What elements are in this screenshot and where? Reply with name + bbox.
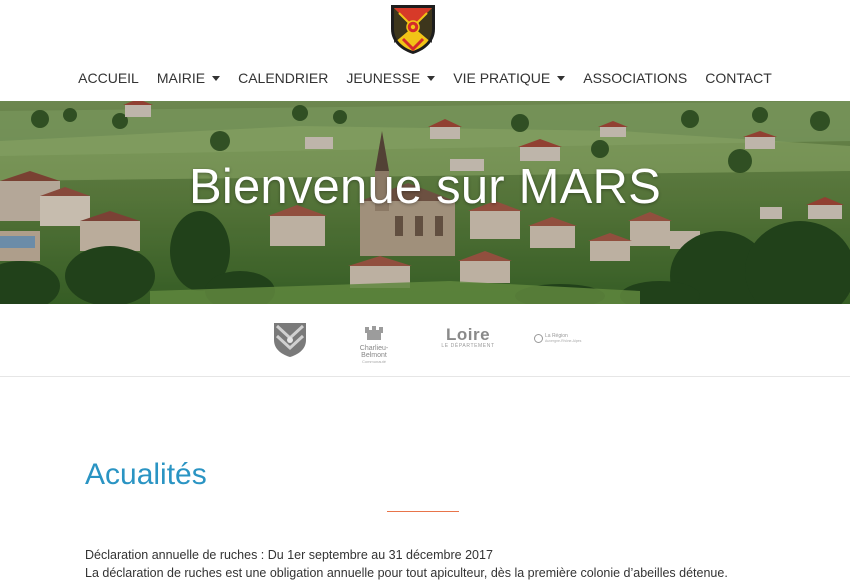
nav-item-label: ACCUEIL: [78, 70, 139, 86]
partner-crest[interactable]: [273, 322, 307, 363]
main-nav: ACCUEIL MAIRIE CALENDRIER JEUNESSE VIE P…: [0, 62, 850, 94]
partner-region[interactable]: La Région Auvergne-Rhône-Alpes: [534, 334, 586, 343]
hero-banner: Bienvenue sur MARS: [0, 101, 850, 304]
crest-icon: [274, 323, 306, 357]
coat-of-arms-icon: [391, 5, 435, 54]
news-item-body: La déclaration de ruches est une obligat…: [85, 566, 728, 580]
nav-item-label: CONTACT: [705, 70, 772, 86]
partners-bar: Charlieu-Belmont Communauté Loire LE DÉP…: [0, 304, 850, 377]
caret-down-icon: [557, 76, 566, 81]
partner-chateau[interactable]: Charlieu-Belmont Communauté: [347, 326, 401, 364]
nav-item-contact[interactable]: CONTACT: [696, 70, 781, 86]
nav-item-accueil[interactable]: ACCUEIL: [69, 70, 148, 86]
hero-title: Bienvenue sur MARS: [188, 160, 662, 214]
castle-icon: [365, 326, 383, 340]
region-icon: [534, 334, 543, 343]
region-sub: Auvergne-Rhône-Alpes: [545, 339, 582, 343]
news-item-title[interactable]: Déclaration annuelle de ruches : Du 1er …: [85, 548, 493, 562]
loire-name: Loire: [445, 325, 491, 344]
nav-item-vie-pratique[interactable]: VIE PRATIQUE: [444, 70, 574, 86]
section-divider: [387, 511, 459, 512]
nav-item-jeunesse[interactable]: JEUNESSE: [337, 70, 444, 86]
site-logo[interactable]: [389, 3, 437, 55]
nav-item-mairie[interactable]: MAIRIE: [148, 70, 229, 86]
caret-down-icon: [212, 76, 221, 81]
nav-item-label: MAIRIE: [156, 70, 206, 86]
section-title: Acualités: [85, 458, 207, 491]
nav-item-label: JEUNESSE: [346, 70, 421, 86]
partner-loire[interactable]: Loire LE DÉPARTEMENT: [439, 326, 497, 349]
loire-sub: LE DÉPARTEMENT: [441, 343, 495, 349]
nav-item-label: CALENDRIER: [238, 70, 329, 86]
nav-item-calendrier[interactable]: CALENDRIER: [229, 70, 337, 86]
caret-down-icon: [427, 76, 436, 81]
nav-item-label: ASSOCIATIONS: [583, 70, 688, 86]
nav-item-associations[interactable]: ASSOCIATIONS: [574, 70, 696, 86]
chateau-sub: Communauté: [361, 359, 386, 364]
chateau-name: Charlieu-Belmont: [359, 345, 389, 359]
nav-item-label: VIE PRATIQUE: [453, 70, 551, 86]
